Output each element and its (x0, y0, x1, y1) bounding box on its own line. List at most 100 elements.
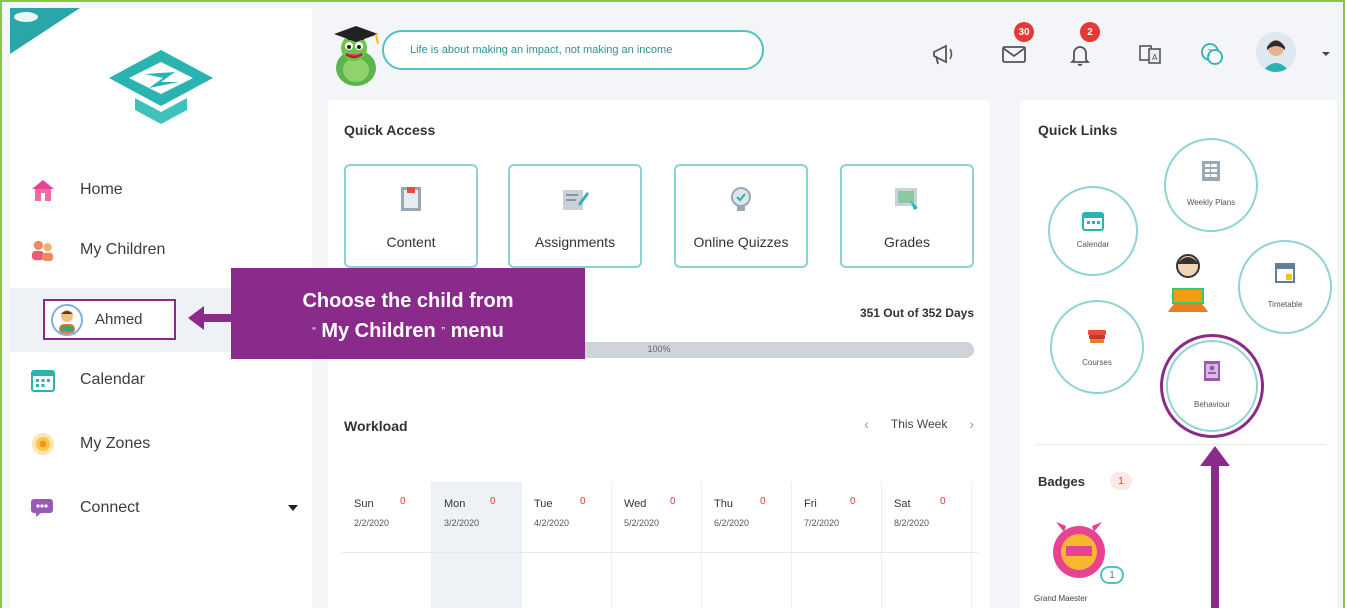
day-count: 0 (850, 496, 856, 507)
sidebar-item-label: Calendar (80, 371, 145, 388)
day-date: 4/2/2020 (534, 518, 570, 528)
svg-text:A: A (1152, 53, 1158, 62)
quick-access-content-card[interactable]: Content (344, 164, 478, 268)
workload-day-sun[interactable]: Sun 0 2/2/2020 (342, 482, 432, 608)
week-period-label: This Week (890, 417, 948, 431)
callout-menu-word: menu (450, 320, 504, 342)
quick-access-grades-card[interactable]: Grades (840, 164, 974, 268)
workload-day-thu[interactable]: Thu 0 6/2/2020 (702, 482, 792, 608)
quick-link-label: Behaviour (1193, 400, 1231, 409)
callout-menu-name: My Children (321, 320, 436, 342)
quick-access-title: Quick Access (344, 122, 436, 138)
chevron-down-icon[interactable] (288, 505, 298, 511)
badges-count-badge: 1 (1110, 472, 1132, 490)
messages-icon[interactable]: 30 (994, 22, 1034, 74)
sidebar-item-my-zones[interactable]: My Zones (10, 418, 312, 470)
callout-line-2: “ My Children ” menu (231, 320, 585, 343)
day-date: 5/2/2020 (624, 518, 660, 528)
day-name: Mon (444, 498, 466, 510)
translate-icon[interactable]: A (1130, 34, 1170, 74)
grades-icon (895, 188, 918, 210)
sidebar-item-ahmed[interactable]: Ahmed (43, 299, 176, 340)
quick-links-title: Quick Links (1038, 122, 1118, 138)
workload-day-fri[interactable]: Fri 0 7/2/2020 (792, 482, 882, 608)
child-avatar-icon (51, 304, 83, 336)
quick-link-calendar[interactable]: Calendar (1048, 186, 1138, 276)
sidebar-item-label: Ahmed (95, 311, 143, 328)
app-window: Home My Children Ahmed Calendar My Zones… (0, 0, 1345, 608)
workload-week-nav: ‹ This Week › (864, 416, 974, 432)
messages-count-badge: 30 (1014, 22, 1034, 42)
timetable-icon (1275, 263, 1295, 283)
next-week-button[interactable]: › (969, 416, 974, 432)
zones-icon (30, 431, 56, 457)
day-date: 3/2/2020 (444, 518, 480, 528)
home-icon (30, 177, 56, 203)
day-count: 0 (400, 496, 406, 507)
quizzes-icon (731, 187, 751, 211)
student-reading-icon (1168, 254, 1208, 312)
previous-week-button[interactable]: ‹ (864, 416, 869, 432)
user-menu-chevron-icon[interactable] (1322, 52, 1330, 56)
sidebar-item-home[interactable]: Home (10, 164, 312, 216)
day-name: Sun (354, 498, 374, 510)
connect-icon (30, 495, 56, 521)
attendance-summary: 351 Out of 352 Days (859, 306, 974, 320)
weekly-plans-icon (1202, 161, 1220, 181)
day-date: 2/2/2020 (354, 518, 390, 528)
top-header: Life is about making an impact, not maki… (312, 8, 1343, 94)
user-avatar[interactable] (1256, 32, 1296, 72)
day-name: Thu (714, 498, 733, 510)
corner-flag-mark (14, 12, 38, 22)
quick-link-behaviour[interactable]: Behaviour (1166, 340, 1258, 432)
quick-access-online-quizzes-card[interactable]: Online Quizzes (674, 164, 808, 268)
workload-day-mon[interactable]: Mon 0 3/2/2020 (432, 482, 522, 608)
quick-access-assignments-card[interactable]: Assignments (508, 164, 642, 268)
assignments-icon (563, 190, 589, 210)
mascot-turtle-icon (334, 26, 379, 86)
up-pointing-arrow-icon (1200, 446, 1230, 608)
motivational-quote: Life is about making an impact, not maki… (382, 30, 764, 70)
behaviour-icon (1204, 361, 1220, 381)
day-date: 7/2/2020 (804, 518, 840, 528)
quick-link-courses[interactable]: Courses (1050, 300, 1144, 394)
badges-title: Badges (1038, 474, 1085, 489)
workload-day-wed[interactable]: Wed 0 5/2/2020 (612, 482, 702, 608)
quick-links-divider (1036, 444, 1326, 445)
announcements-icon[interactable] (924, 34, 964, 74)
day-name: Sat (894, 498, 911, 510)
quick-access-label: Assignments (534, 234, 616, 250)
day-count: 0 (670, 496, 676, 507)
tutorial-callout: Choose the child from “ My Children ” me… (231, 268, 585, 359)
quick-link-timetable[interactable]: Timetable (1238, 240, 1332, 334)
badge-label: Grand Maester (1034, 594, 1088, 603)
sidebar-item-label: Home (80, 181, 123, 198)
workload-day-sat[interactable]: Sat 0 8/2/2020 (882, 482, 972, 608)
notifications-bell-icon[interactable]: 2 (1060, 22, 1100, 74)
quick-access-label: Online Quizzes (693, 234, 789, 250)
callout-line-1: Choose the child from (302, 290, 514, 312)
day-count: 0 (940, 496, 946, 507)
quick-link-label: Weekly Plans (1186, 198, 1236, 207)
quick-link-label: Timetable (1267, 300, 1303, 309)
sidebar-item-label: My Children (80, 241, 166, 258)
sidebar-item-calendar[interactable]: Calendar (10, 354, 312, 406)
school-logo[interactable] (105, 48, 217, 128)
day-name: Tue (534, 498, 553, 510)
calendar-icon (30, 367, 56, 393)
quick-link-label: Calendar (1076, 240, 1110, 249)
day-count: 0 (760, 496, 766, 507)
sidebar-item-label: Connect (80, 499, 140, 516)
workload-day-tue[interactable]: Tue 0 4/2/2020 (522, 482, 612, 608)
day-date: 8/2/2020 (894, 518, 930, 528)
sidebar-item-label: My Zones (80, 435, 151, 452)
workload-title: Workload (344, 418, 408, 434)
help-chat-icon[interactable]: ? (1192, 34, 1232, 74)
callout-close-quote: ” (441, 325, 445, 338)
day-name: Fri (804, 498, 817, 510)
sidebar-item-connect[interactable]: Connect (10, 482, 312, 534)
badge-count-pill: 1 (1100, 566, 1124, 584)
courses-icon (1088, 330, 1106, 343)
quick-access-label: Content (386, 234, 436, 250)
quick-link-weekly-plans[interactable]: Weekly Plans (1164, 138, 1258, 232)
